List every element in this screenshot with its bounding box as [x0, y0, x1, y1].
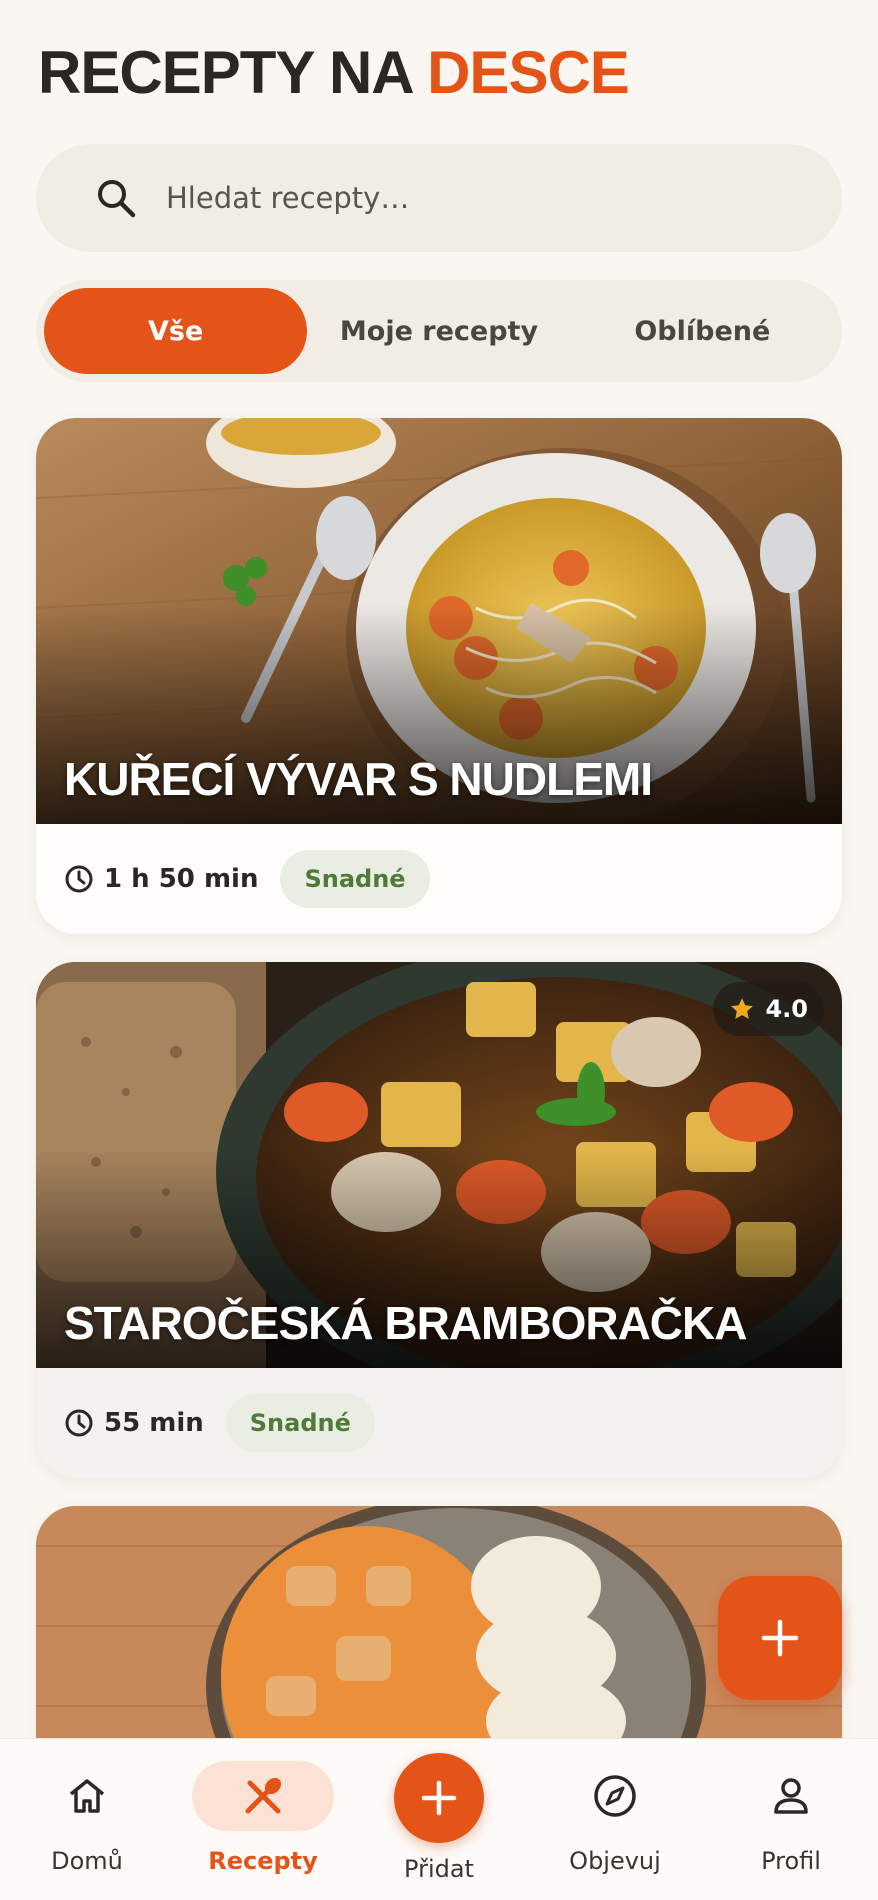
- person-icon: [774, 1778, 808, 1814]
- recipe-title: STAROČESKÁ BRAMBORAČKA: [64, 1297, 747, 1349]
- fork-knife-icon: [245, 1777, 282, 1814]
- recipe-title: KUŘECÍ VÝVAR S NUDLEMI: [64, 753, 653, 805]
- bottom-nav: Domů Recepty Přidat Objevuj Profil: [0, 1738, 878, 1900]
- nav-icon-wrap: [16, 1761, 158, 1831]
- recipe-time-value: 55 min: [104, 1408, 204, 1438]
- recipe-meta: 55 min Snadné: [36, 1368, 842, 1478]
- rating-badge: 4.0: [713, 982, 824, 1036]
- difficulty-badge: Snadné: [225, 1394, 375, 1452]
- recipe-time: 55 min: [64, 1408, 204, 1438]
- recipe-card[interactable]: 4.0 STAROČESKÁ BRAMBORAČKA 55 min Snadné: [36, 962, 842, 1478]
- tab-favorites[interactable]: Oblíbené: [571, 288, 834, 374]
- nav-icon-wrap: [544, 1761, 686, 1831]
- compass-icon: [594, 1775, 636, 1817]
- star-icon: [731, 998, 754, 1019]
- nav-recipes[interactable]: Recepty: [188, 1739, 338, 1900]
- add-button[interactable]: [394, 1753, 484, 1843]
- nav-home[interactable]: Domů: [12, 1739, 162, 1900]
- rating-value: 4.0: [765, 995, 808, 1023]
- plus-icon: [421, 1780, 457, 1816]
- nav-label: Objevuj: [569, 1847, 661, 1875]
- clock-icon: [65, 1409, 93, 1437]
- nav-label: Profil: [761, 1847, 821, 1875]
- home-icon: [69, 1779, 105, 1813]
- difficulty-badge: Snadné: [280, 850, 430, 908]
- nav-icon-wrap: [192, 1761, 334, 1831]
- nav-add[interactable]: Přidat: [364, 1739, 514, 1900]
- nav-discover[interactable]: Objevuj: [540, 1739, 690, 1900]
- filter-segment: Vše Moje recepty Oblíbené: [36, 280, 842, 382]
- search-icon: [98, 180, 136, 218]
- nav-icon-wrap: [720, 1761, 862, 1831]
- recipe-time: 1 h 50 min: [64, 864, 258, 894]
- nav-label: Domů: [51, 1847, 123, 1875]
- nav-label: Recepty: [208, 1847, 318, 1875]
- search-bar[interactable]: [36, 144, 842, 252]
- recipe-time-value: 1 h 50 min: [104, 864, 259, 894]
- tab-all[interactable]: Vše: [44, 288, 308, 374]
- app-title: RECEPTY NA DESCE: [38, 38, 630, 108]
- nav-profile[interactable]: Profil: [716, 1739, 866, 1900]
- clock-icon: [65, 865, 93, 893]
- tab-my-recipes[interactable]: Moje recepty: [307, 288, 570, 374]
- recipe-card[interactable]: KUŘECÍ VÝVAR S NUDLEMI 1 h 50 min Snadné: [36, 418, 842, 934]
- search-input[interactable]: [166, 181, 766, 215]
- add-recipe-fab[interactable]: [718, 1576, 842, 1700]
- plus-icon: [761, 1619, 799, 1657]
- app-title-accent: DESCE: [427, 39, 630, 106]
- recipe-meta: 1 h 50 min Snadné: [36, 824, 842, 934]
- app-title-main: RECEPTY NA: [38, 39, 412, 106]
- nav-label: Přidat: [404, 1855, 474, 1883]
